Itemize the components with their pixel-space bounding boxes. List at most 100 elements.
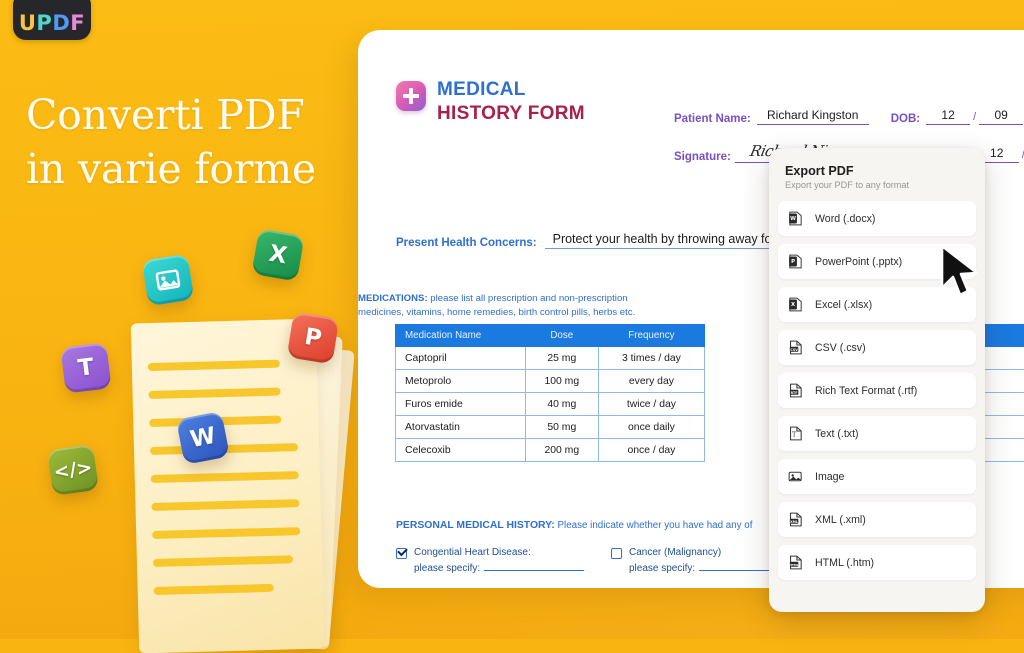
promo-background: U P D F Converti PDF in varie forme X — [0, 0, 1024, 639]
export-option-html[interactable]: HTML HTML (.htm) — [778, 545, 976, 580]
export-option-csv[interactable]: CSV CSV (.csv) — [778, 330, 976, 365]
export-option-label: Excel (.xlsx) — [815, 299, 872, 311]
form-title-line-2: HISTORY FORM — [437, 102, 585, 126]
export-option-label: XML (.xml) — [815, 514, 866, 526]
medical-cross-icon — [396, 81, 426, 111]
export-option-label: CSV (.csv) — [815, 342, 866, 354]
export-option-label: PowerPoint (.pptx) — [815, 256, 902, 268]
svg-text:X: X — [791, 302, 795, 308]
table-row: Captopril25 mg3 times / day — [396, 347, 705, 370]
export-panel-title: Export PDF — [785, 164, 985, 178]
table-row: Atorvastatin50 mgonce daily — [396, 416, 705, 439]
table-row: Metoprolo100 mgevery day — [396, 370, 705, 393]
specify-row-congenital[interactable]: please specify: — [414, 563, 606, 574]
history-item-label: Congential Heart Disease: — [414, 547, 531, 558]
svg-text:HTML: HTML — [789, 563, 798, 567]
export-option-label: Image — [815, 471, 844, 483]
medications-heading-bold: MEDICATIONS: — [358, 293, 428, 304]
dob-day[interactable]: 12 — [926, 108, 970, 125]
checkbox-cancer[interactable] — [611, 548, 622, 559]
history-item: Congential Heart Disease: please specify… — [396, 547, 606, 587]
date-slash-2: / — [1019, 149, 1024, 163]
med-dose[interactable]: 50 mg — [525, 416, 598, 439]
svg-text:XML: XML — [790, 520, 798, 524]
text-3d-glyph: T — [77, 354, 96, 382]
svg-text:CSV: CSV — [790, 348, 798, 352]
word-file-icon: W — [787, 210, 804, 227]
medications-col-frequency: Frequency — [598, 325, 704, 347]
mouse-pointer — [939, 244, 981, 300]
history-item-label: Cancer (Malignancy) — [629, 547, 721, 558]
table-row: Celecoxib200 mgonce / day — [396, 439, 705, 462]
export-option-word[interactable]: W Word (.docx) — [778, 201, 976, 236]
form-title-line-1: MEDICAL — [437, 78, 585, 102]
med-freq[interactable]: every day — [598, 370, 704, 393]
export-option-label: HTML (.htm) — [815, 557, 874, 569]
med-freq[interactable]: 3 times / day — [598, 347, 704, 370]
svg-text:T: T — [792, 430, 797, 438]
med-dose[interactable]: 100 mg — [525, 370, 598, 393]
headline-line-2: in varie forme — [26, 142, 356, 196]
code-3d-glyph: </> — [52, 456, 93, 483]
checkbox-congenital-heart-disease[interactable] — [396, 548, 407, 559]
word-3d-glyph: W — [188, 423, 218, 453]
image-3d-icon — [142, 254, 195, 307]
excel-3d-glyph: X — [267, 241, 289, 270]
export-option-text[interactable]: T Text (.txt) — [778, 416, 976, 451]
rtf-file-icon: RTF — [787, 382, 804, 399]
med-name[interactable]: Captopril — [396, 347, 526, 370]
xml-file-icon: XML — [787, 511, 804, 528]
excel-3d-icon: X — [251, 228, 304, 281]
export-option-xml[interactable]: XML XML (.xml) — [778, 502, 976, 537]
logo-letter-d: D — [52, 13, 70, 34]
dob-slash-1: / — [970, 111, 979, 125]
med-name[interactable]: Atorvastatin — [396, 416, 526, 439]
med-name[interactable]: Furos emide — [396, 393, 526, 416]
dob-month[interactable]: 09 — [979, 108, 1023, 125]
personal-history-heading-bold: PERSONAL MEDICAL HISTORY: — [396, 520, 555, 531]
med-name[interactable]: Celecoxib — [396, 439, 526, 462]
powerpoint-3d-icon: P — [287, 312, 340, 365]
html-file-icon: HTML — [787, 554, 804, 571]
logo-letter-u: U — [19, 13, 37, 34]
concerns-label: Present Health Concerns: — [396, 237, 537, 249]
medications-table-header-row: Medication Name Dose Frequency — [396, 325, 705, 347]
med-name[interactable]: Metoprolo — [396, 370, 526, 393]
patient-name-value[interactable]: Richard Kingston — [757, 108, 869, 125]
med-freq[interactable]: once daily — [598, 416, 704, 439]
med-dose[interactable]: 40 mg — [525, 393, 598, 416]
form-brand: MEDICAL HISTORY FORM — [396, 78, 585, 125]
text-3d-icon: T — [60, 342, 111, 393]
med-dose[interactable]: 25 mg — [525, 347, 598, 370]
format-illustration: X T P W </> — [40, 225, 370, 639]
image-file-icon — [787, 468, 804, 485]
med-freq[interactable]: once / day — [598, 439, 704, 462]
medications-heading: MEDICATIONS: please list all prescriptio… — [358, 292, 658, 320]
dob-label: DOB: — [891, 113, 920, 125]
txt-file-icon: T — [787, 425, 804, 442]
svg-text:W: W — [790, 216, 796, 222]
specify-input[interactable] — [484, 570, 584, 571]
powerpoint-3d-glyph: P — [303, 324, 324, 352]
specify-label: please specify: — [629, 563, 695, 574]
medications-table: Medication Name Dose Frequency Captopril… — [395, 324, 705, 462]
signature-label: Signature: — [674, 151, 731, 163]
word-3d-icon: W — [176, 411, 230, 465]
export-option-image[interactable]: Image — [778, 459, 976, 494]
export-panel-subtitle: Export your PDF to any format — [785, 180, 985, 190]
paper-sheet-front — [131, 319, 325, 653]
svg-text:RTF: RTF — [791, 391, 798, 395]
table-row: Furos emide40 mgtwice / day — [396, 393, 705, 416]
export-option-rtf[interactable]: RTF Rich Text Format (.rtf) — [778, 373, 976, 408]
csv-file-icon: CSV — [787, 339, 804, 356]
med-freq[interactable]: twice / day — [598, 393, 704, 416]
headline-line-1: Converti PDF — [26, 88, 356, 142]
export-option-label: Text (.txt) — [815, 428, 859, 440]
export-pdf-panel[interactable]: Export PDF Export your PDF to any format… — [769, 148, 985, 612]
med-dose[interactable]: 200 mg — [525, 439, 598, 462]
powerpoint-file-icon: P — [787, 253, 804, 270]
updf-logo: U P D F — [13, 0, 91, 40]
svg-text:P: P — [791, 259, 795, 265]
medications-col-dose: Dose — [525, 325, 598, 347]
export-option-label: Rich Text Format (.rtf) — [815, 385, 917, 397]
